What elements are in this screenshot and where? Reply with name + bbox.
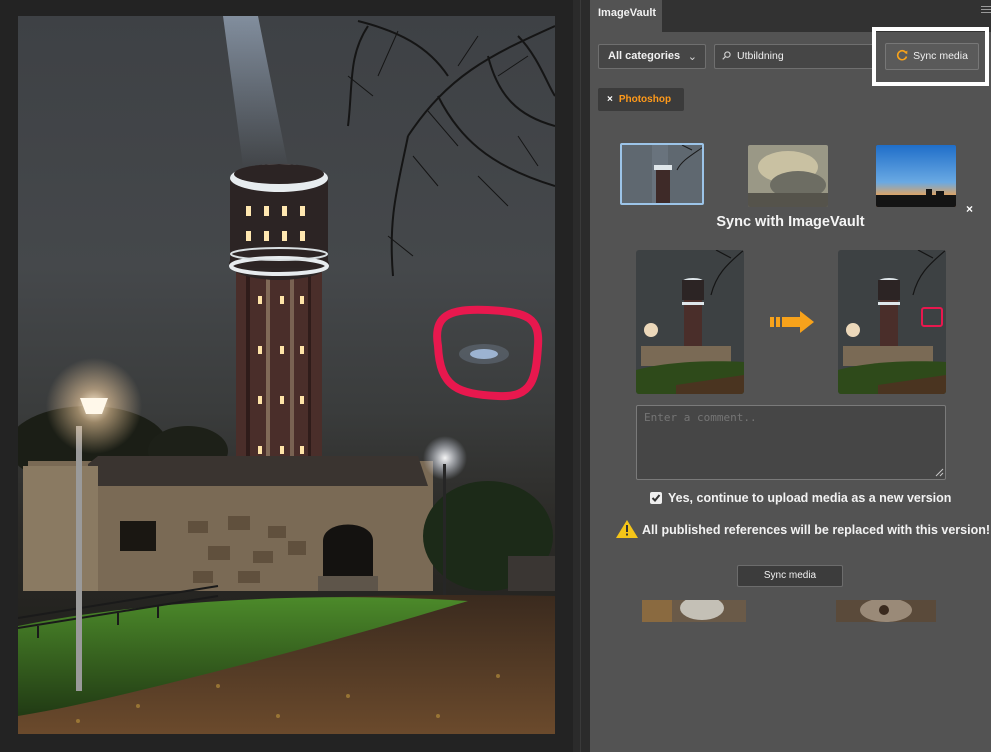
arrow-right-icon — [770, 311, 814, 333]
document-canvas[interactable] — [0, 0, 573, 752]
search-input-value: Utbildning — [737, 50, 784, 62]
checkmark-icon — [651, 494, 661, 502]
panel-resize-divider[interactable] — [573, 0, 590, 752]
confirm-new-version-row[interactable]: Yes, continue to upload media as a new v… — [650, 491, 951, 505]
tab-imagevault[interactable]: ImageVault — [590, 0, 662, 32]
sync-media-top-label: Sync media — [913, 50, 968, 62]
media-thumbnail-partial[interactable] — [836, 600, 936, 622]
resize-grip-icon[interactable] — [935, 468, 944, 477]
confirm-label: Yes, continue to upload media as a new v… — [668, 491, 952, 505]
sync-media-top-button[interactable]: Sync media — [885, 43, 979, 70]
comment-field[interactable] — [636, 405, 946, 480]
warning-message: All published references will be replace… — [616, 520, 990, 538]
search-input[interactable]: Utbildning — [714, 44, 872, 69]
warning-text: All published references will be replace… — [642, 523, 991, 537]
dialog-title: Sync with ImageVault — [716, 214, 865, 230]
media-thumbnail-partial[interactable] — [642, 600, 746, 622]
sync-icon — [896, 50, 908, 61]
sync-media-button[interactable]: Sync media — [737, 565, 843, 587]
search-icon — [722, 51, 731, 60]
preview-current-image — [636, 250, 744, 394]
chevron-down-icon: ⌄ — [687, 51, 697, 63]
media-thumbnail[interactable] — [876, 145, 956, 207]
media-thumbnail[interactable] — [748, 145, 828, 207]
category-select-value: All categories — [608, 50, 681, 62]
remove-filter-icon[interactable]: × — [607, 94, 613, 105]
panel-menu-icon[interactable] — [981, 6, 991, 16]
media-thumbnail[interactable] — [620, 143, 704, 205]
category-select[interactable]: All categories ⌄ — [598, 44, 706, 69]
filter-chip-label: Photoshop — [618, 94, 672, 105]
canvas-photo-illustration — [18, 16, 555, 734]
imagevault-panel: ImageVault All categories ⌄ Utbildning S… — [590, 0, 991, 752]
confirm-checkbox[interactable] — [650, 492, 662, 504]
filter-chip-photoshop[interactable]: × Photoshop — [598, 88, 684, 111]
warning-icon — [616, 520, 638, 538]
canvas-photo[interactable] — [18, 16, 555, 734]
preview-new-image — [838, 250, 946, 394]
